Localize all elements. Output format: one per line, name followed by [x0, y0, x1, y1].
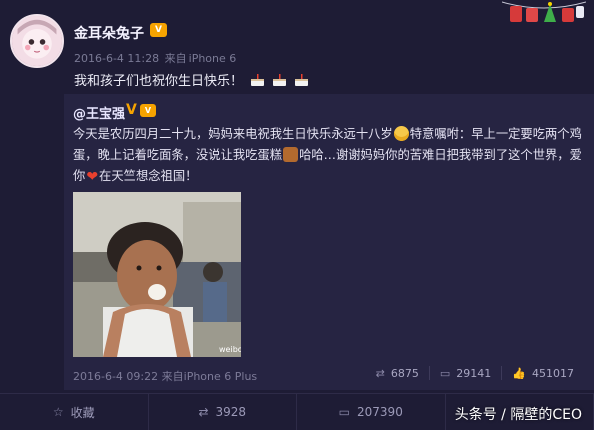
thumbs-up-icon: 👍 — [512, 366, 526, 380]
quoted-text-part1: 今天是农历四月二十九，妈妈来电祝我生日快乐永远十八岁 — [73, 127, 393, 141]
quoted-username[interactable]: @王宝强 — [73, 103, 125, 122]
quoted-source-prefix: 来自 — [161, 370, 184, 383]
post-text-content: 我和孩子们也祝你生日快乐！ — [74, 74, 244, 89]
verified-icon: V — [126, 102, 137, 118]
post-username[interactable]: 金耳朵兔子 — [74, 23, 144, 43]
heart-emoji-icon: ❤ — [86, 169, 99, 185]
vip-badge-icon: V — [150, 23, 167, 37]
post-source[interactable]: iPhone 6 — [189, 52, 237, 65]
repost-count: 3928 — [215, 405, 247, 419]
quoted-repost-button[interactable]: ⇄ 6875 — [366, 366, 429, 380]
cake-icon — [273, 74, 287, 86]
cake-icon — [251, 74, 265, 86]
comment-icon: ▭ — [338, 405, 351, 419]
quoted-comment-button[interactable]: ▭ 29141 — [428, 366, 501, 380]
quoted-like-button[interactable]: 👍 451017 — [501, 366, 584, 380]
grin-emoji-icon — [393, 126, 409, 141]
repost-icon: ⇄ — [198, 405, 209, 419]
quoted-post[interactable]: @王宝强 V V 今天是农历四月二十九，妈妈来电祝我生日快乐永远十八岁 特意嘱咐：… — [64, 94, 594, 390]
repost-button[interactable]: ⇄ 3928 — [149, 394, 297, 430]
quoted-text-part4: 在天竺想念祖国！ — [99, 169, 198, 183]
quoted-source[interactable]: iPhone 6 Plus — [184, 370, 258, 383]
quoted-comments: 29141 — [456, 366, 492, 380]
comment-count: 207390 — [357, 405, 403, 419]
avatar[interactable] — [10, 14, 64, 68]
quoted-likes: 451017 — [532, 366, 574, 380]
comment-button[interactable]: ▭ 207390 — [297, 394, 446, 430]
comment-icon: ▭ — [439, 366, 451, 380]
quoted-timestamp[interactable]: 2016-6-4 09:22 — [73, 370, 158, 383]
quoted-text: 今天是农历四月二十九，妈妈来电祝我生日快乐永远十八岁 特意嘱咐：早上一定要吃两个鸡… — [73, 124, 585, 187]
post-source-prefix: 来自 — [164, 52, 187, 65]
holiday-decoration — [501, 0, 587, 30]
favorite-label: 收藏 — [70, 405, 95, 420]
favorite-button[interactable]: ☆ 收藏 — [0, 394, 149, 430]
repost-icon: ⇄ — [375, 366, 385, 380]
quoted-actions: ⇄ 6875 ▭ 29141 👍 451017 — [366, 366, 584, 380]
quoted-photo[interactable]: weibo — [73, 192, 241, 357]
cake-icon — [295, 74, 309, 86]
photo-watermark: weibo — [219, 345, 241, 354]
weibo-post: 金耳朵兔子 V 2016-6-4 11:28 来自 iPhone 6 我和孩子们也… — [0, 0, 594, 430]
post-text: 我和孩子们也祝你生日快乐！ — [74, 70, 309, 89]
cake-emoji-icon — [283, 147, 299, 162]
post-meta: 2016-6-4 11:28 来自 iPhone 6 — [74, 50, 236, 66]
source-watermark: 头条号 / 隔壁的CEO — [454, 407, 582, 423]
star-icon: ☆ — [52, 405, 64, 419]
quoted-meta: 2016-6-4 09:22 来自iPhone 6 Plus — [73, 368, 257, 384]
post-timestamp[interactable]: 2016-6-4 11:28 — [74, 52, 159, 65]
vip-badge-icon: V — [140, 104, 156, 117]
quoted-reposts: 6875 — [390, 366, 419, 380]
